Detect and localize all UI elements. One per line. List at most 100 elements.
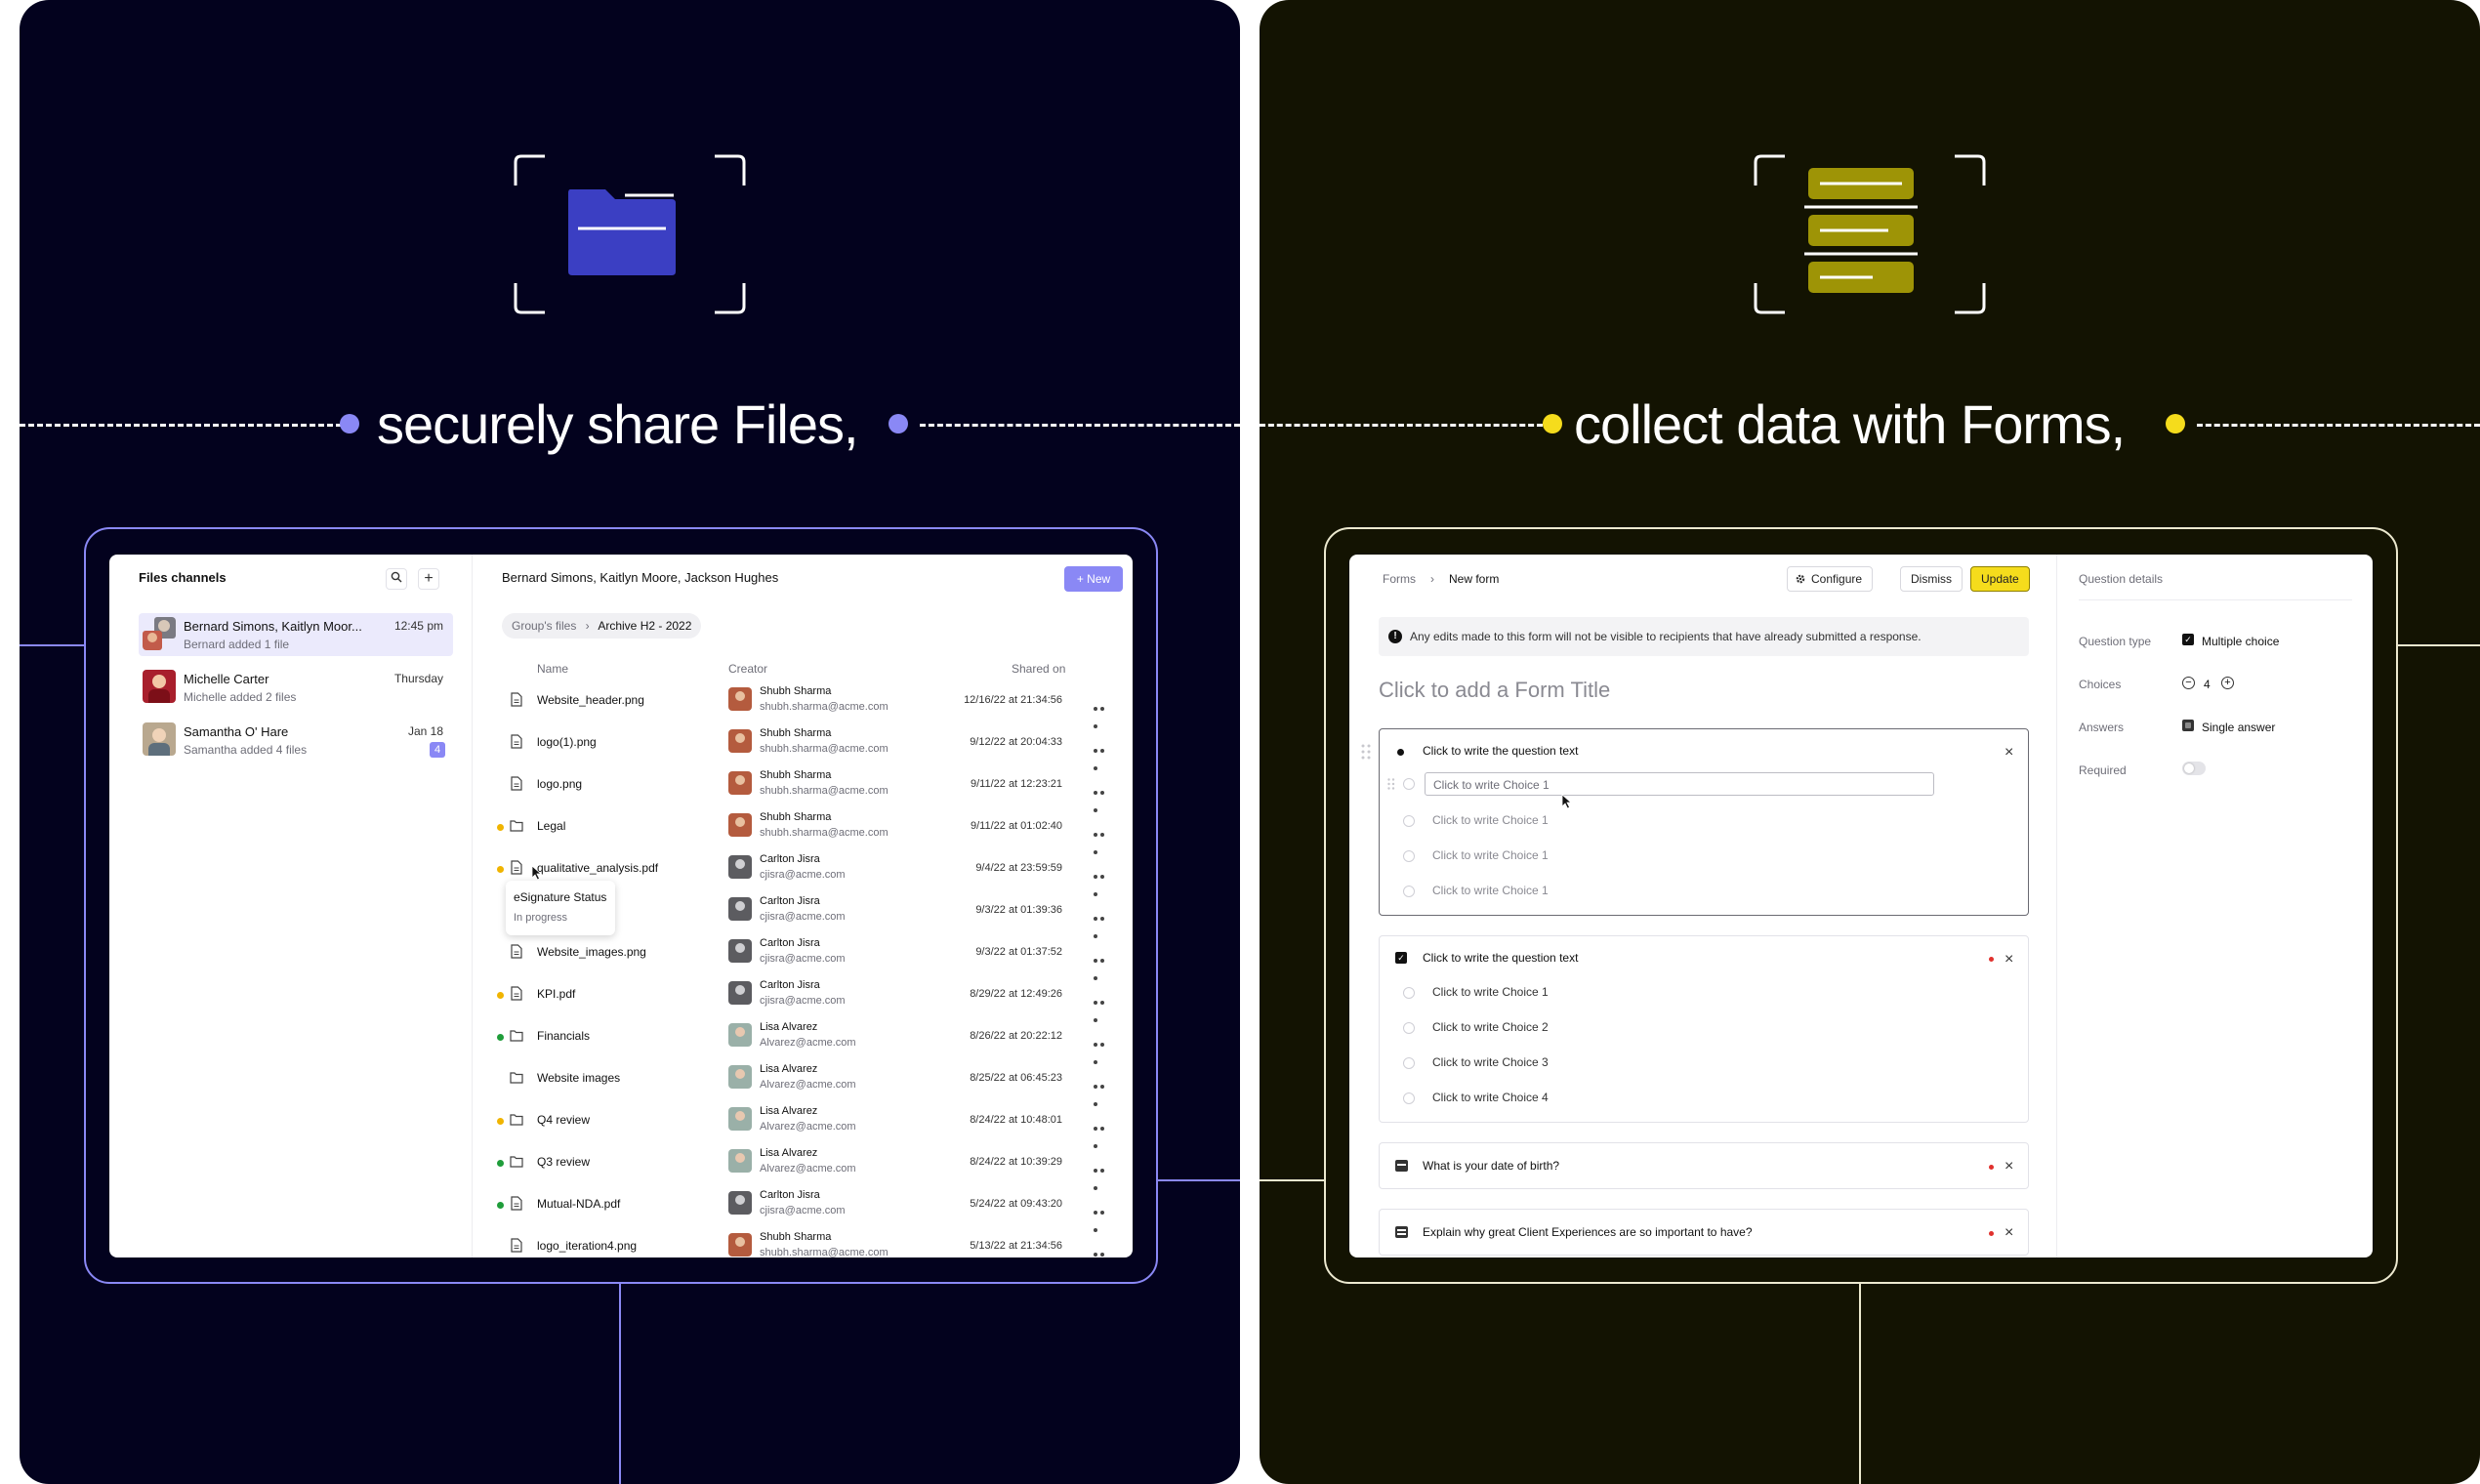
- choice-radio[interactable]: [1403, 1092, 1415, 1104]
- more-options-icon[interactable]: [1094, 908, 1113, 938]
- status-dot[interactable]: [497, 824, 504, 831]
- file-name[interactable]: Q3 review: [537, 1155, 590, 1169]
- file-row[interactable]: Q3 review Lisa Alvarez Alvarez@acme.com 8/2…: [473, 1143, 1122, 1190]
- file-name[interactable]: Website images: [537, 1071, 620, 1085]
- more-options-icon[interactable]: [1094, 1118, 1113, 1148]
- configure-button[interactable]: Configure: [1787, 566, 1874, 592]
- column-creator[interactable]: Creator: [728, 662, 767, 676]
- choice-label[interactable]: Click to write Choice 3: [1432, 1055, 1549, 1069]
- file-row[interactable]: Website_header.png Shubh Sharma shubh.shar…: [473, 681, 1122, 728]
- channel-item[interactable]: Bernard Simons, Kaitlyn Moor... 12:45 pm…: [139, 613, 453, 656]
- file-name[interactable]: logo.png: [537, 777, 582, 791]
- accent-dot: [1543, 414, 1562, 433]
- file-row[interactable]: Legal Shubh Sharma shubh.sharma@acme.com 9/…: [473, 807, 1122, 854]
- creator-email: cjisra@acme.com: [760, 869, 846, 881]
- close-icon[interactable]: ×: [2005, 1225, 2013, 1241]
- choice-label[interactable]: Click to write Choice 4: [1432, 1091, 1549, 1104]
- file-row[interactable]: Financials Lisa Alvarez Alvarez@acme.com 8/…: [473, 1017, 1122, 1064]
- more-options-icon[interactable]: [1094, 782, 1113, 812]
- update-button[interactable]: Update: [1970, 566, 2030, 592]
- more-options-icon[interactable]: [1094, 950, 1113, 980]
- question-card[interactable]: Explain why great Client Experiences are…: [1379, 1209, 2029, 1256]
- question-text[interactable]: What is your date of birth?: [1423, 1159, 1559, 1173]
- form-title-input[interactable]: Click to add a Form Title: [1379, 678, 1610, 703]
- file-name[interactable]: Legal: [537, 819, 565, 833]
- choice-radio[interactable]: [1403, 850, 1415, 862]
- choice-label[interactable]: Click to write Choice 2: [1432, 1020, 1549, 1034]
- file-name[interactable]: Mutual-NDA.pdf: [537, 1197, 620, 1211]
- dismiss-button[interactable]: Dismiss: [1900, 566, 1963, 592]
- column-name[interactable]: Name: [537, 662, 568, 676]
- file-row[interactable]: Mutual-NDA.pdf Carlton Jisra cjisra@acme.c…: [473, 1185, 1122, 1232]
- file-name[interactable]: Website_header.png: [537, 693, 644, 707]
- question-card[interactable]: ✓ Click to write the question text × Cli…: [1379, 935, 2029, 1123]
- file-name[interactable]: logo(1).png: [537, 735, 597, 749]
- close-icon[interactable]: ×: [2005, 952, 2013, 968]
- choice-radio[interactable]: [1403, 778, 1415, 790]
- channel-item[interactable]: Michelle Carter Thursday Michelle added …: [139, 666, 453, 709]
- new-button[interactable]: + New: [1064, 566, 1123, 592]
- more-options-icon[interactable]: [1094, 866, 1113, 896]
- choice-radio[interactable]: [1403, 1022, 1415, 1034]
- search-button[interactable]: [386, 568, 407, 590]
- question-text[interactable]: Click to write the question text: [1423, 951, 1578, 965]
- choice-radio[interactable]: [1403, 1057, 1415, 1069]
- file-row[interactable]: KPI.pdf Carlton Jisra cjisra@acme.com 8/29/…: [473, 975, 1122, 1022]
- file-name[interactable]: Q4 review: [537, 1113, 590, 1127]
- more-options-icon[interactable]: [1094, 1244, 1113, 1257]
- drag-handle-icon[interactable]: [1361, 744, 1371, 760]
- status-dot[interactable]: [497, 992, 504, 999]
- file-name[interactable]: KPI.pdf: [537, 987, 575, 1001]
- breadcrumb-root[interactable]: Group's files: [512, 619, 576, 633]
- file-row[interactable]: logo_iteration4.png Shubh Sharma shubh.sha…: [473, 1227, 1122, 1257]
- more-options-icon[interactable]: [1094, 824, 1113, 854]
- status-dot[interactable]: [497, 1160, 504, 1167]
- question-type-select[interactable]: Multiple choice: [2202, 635, 2279, 648]
- frame-corner-icon: [1754, 283, 1785, 314]
- question-card[interactable]: What is your date of birth? ×: [1379, 1142, 2029, 1189]
- choice-label[interactable]: Click to write Choice 1: [1432, 985, 1549, 999]
- choice-radio[interactable]: [1403, 886, 1415, 897]
- increment-button[interactable]: +: [2221, 677, 2234, 689]
- choice-label[interactable]: Click to write Choice 1: [1432, 813, 1549, 827]
- question-text[interactable]: Click to write the question text: [1423, 744, 1578, 758]
- choice-radio[interactable]: [1403, 815, 1415, 827]
- answers-select[interactable]: Single answer: [2202, 721, 2275, 734]
- decrement-button[interactable]: −: [2182, 677, 2195, 689]
- file-name[interactable]: logo_iteration4.png: [537, 1239, 637, 1253]
- more-options-icon[interactable]: [1094, 1034, 1113, 1064]
- choice-radio[interactable]: [1403, 987, 1415, 999]
- question-card-active[interactable]: Click to write the question text × Click…: [1379, 728, 2029, 916]
- more-options-icon[interactable]: [1094, 1202, 1113, 1232]
- file-row[interactable]: Website images Lisa Alvarez Alvarez@acme.c…: [473, 1059, 1122, 1106]
- choice-input[interactable]: Click to write Choice 1: [1425, 772, 1934, 796]
- status-dot[interactable]: [497, 1202, 504, 1209]
- status-dot[interactable]: [497, 1034, 504, 1041]
- question-text[interactable]: Explain why great Client Experiences are…: [1423, 1225, 1753, 1239]
- channel-item[interactable]: Samantha O' Hare Jan 18 Samantha added 4…: [139, 719, 453, 762]
- file-row[interactable]: Q4 review Lisa Alvarez Alvarez@acme.com 8/2…: [473, 1101, 1122, 1148]
- more-options-icon[interactable]: [1094, 740, 1113, 770]
- file-name[interactable]: Website_images.png: [537, 945, 646, 959]
- close-icon[interactable]: ×: [2005, 1159, 2013, 1175]
- more-options-icon[interactable]: [1094, 698, 1113, 728]
- status-dot[interactable]: [497, 1118, 504, 1125]
- more-options-icon[interactable]: [1094, 1076, 1113, 1106]
- more-options-icon[interactable]: [1094, 992, 1113, 1022]
- breadcrumb-root[interactable]: Forms: [1383, 572, 1416, 586]
- file-name[interactable]: Financials: [537, 1029, 590, 1043]
- choice-label[interactable]: Click to write Choice 1: [1432, 884, 1549, 897]
- drag-handle-icon[interactable]: [1387, 778, 1395, 790]
- status-dot[interactable]: [497, 866, 504, 873]
- choice-label[interactable]: Click to write Choice 1: [1432, 848, 1549, 862]
- add-channel-button[interactable]: +: [418, 568, 439, 590]
- file-row[interactable]: logo(1).png Shubh Sharma shubh.sharma@acme…: [473, 723, 1122, 770]
- required-toggle[interactable]: [2182, 762, 2206, 775]
- more-options-icon[interactable]: [1094, 1160, 1113, 1190]
- file-row[interactable]: Website_images.png Carlton Jisra cjisra@ac…: [473, 933, 1122, 980]
- close-icon[interactable]: ×: [2005, 745, 2013, 761]
- creator-email: Alvarez@acme.com: [760, 1163, 856, 1175]
- file-row[interactable]: logo.png Shubh Sharma shubh.sharma@acme.co…: [473, 765, 1122, 812]
- column-shared-on[interactable]: Shared on: [1012, 662, 1065, 676]
- file-name[interactable]: qualitative_analysis.pdf: [537, 861, 658, 875]
